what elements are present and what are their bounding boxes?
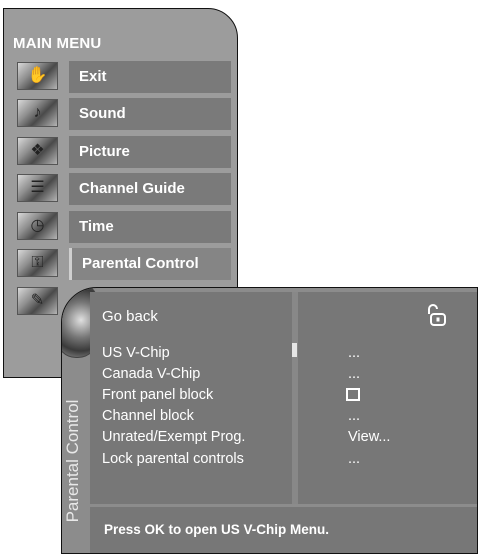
- setup-icon: ✎: [17, 287, 58, 315]
- value-list: [298, 292, 477, 504]
- main-menu-title: MAIN MENU: [13, 35, 102, 52]
- picture-icon: ❖: [17, 137, 58, 165]
- menu-label-time: Time: [79, 218, 114, 235]
- exit-icon: ✋: [17, 62, 58, 90]
- option-lock-parental-controls[interactable]: Lock parental controls: [102, 451, 244, 467]
- menu-item-time[interactable]: ◷ Time: [17, 211, 235, 243]
- menu-label-picture: Picture: [79, 143, 130, 160]
- channel-guide-icon: ☰: [17, 174, 58, 202]
- unlocked-padlock-icon: [428, 304, 446, 326]
- menu-item-sound[interactable]: ♪ Sound: [17, 98, 235, 130]
- status-text: Press OK to open US V-Chip Menu.: [104, 522, 330, 537]
- value-lock-parental-controls: ...: [348, 451, 361, 467]
- status-bar: Press OK to open US V-Chip Menu.: [90, 507, 477, 553]
- menu-item-parental-control[interactable]: ⚿ Parental Control: [17, 248, 235, 280]
- option-us-v-chip[interactable]: US V-Chip: [102, 345, 170, 361]
- scrollbar-thumb[interactable]: [292, 343, 297, 357]
- parental-control-side-title: Parental Control: [63, 399, 82, 523]
- menu-item-exit[interactable]: ✋ Exit: [17, 61, 235, 93]
- time-icon: ◷: [17, 212, 58, 240]
- option-front-panel-block[interactable]: Front panel block: [102, 387, 213, 403]
- option-channel-block[interactable]: Channel block: [102, 408, 194, 424]
- value-us-v-chip: ...: [348, 345, 361, 361]
- menu-item-channel-guide[interactable]: ☰ Channel Guide: [17, 173, 235, 205]
- front-panel-block-checkbox[interactable]: [346, 388, 360, 401]
- parental-control-panel: Parental Control Go back US V-Chip ... C…: [61, 287, 478, 554]
- go-back-item[interactable]: Go back: [102, 308, 158, 325]
- value-unrated-exempt[interactable]: View...: [348, 429, 390, 445]
- option-canada-v-chip[interactable]: Canada V-Chip: [102, 366, 200, 382]
- value-canada-v-chip: ...: [348, 366, 361, 382]
- menu-item-picture[interactable]: ❖ Picture: [17, 136, 235, 168]
- sound-icon: ♪: [17, 99, 58, 127]
- menu-label-exit: Exit: [79, 68, 107, 85]
- value-channel-block: ...: [348, 408, 361, 424]
- menu-label-parental-control: Parental Control: [82, 255, 199, 272]
- parental-control-icon: ⚿: [17, 249, 58, 277]
- option-unrated-exempt[interactable]: Unrated/Exempt Prog.: [102, 429, 245, 445]
- menu-label-channel-guide: Channel Guide: [79, 180, 185, 197]
- menu-label-sound: Sound: [79, 105, 126, 122]
